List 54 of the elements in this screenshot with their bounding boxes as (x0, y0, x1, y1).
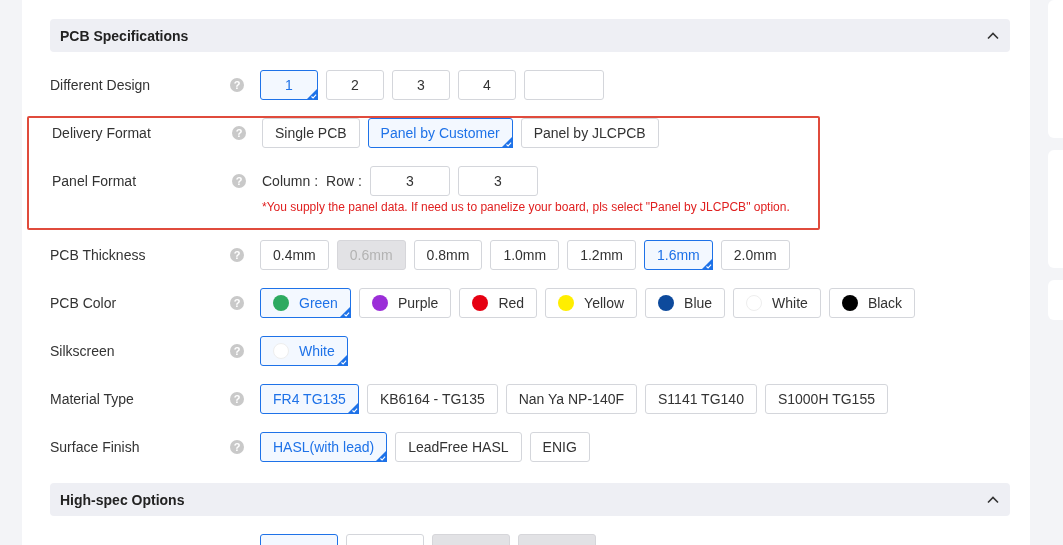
field-label: Silkscreen (50, 342, 116, 361)
option-button[interactable]: 1 (260, 70, 318, 100)
option-button[interactable]: 2.0mm (720, 240, 790, 270)
option-button[interactable]: 0.4mm (260, 240, 329, 270)
option-button[interactable]: 0.8mm (413, 240, 483, 270)
column-field[interactable]: 3 (369, 166, 450, 196)
option-button[interactable]: Single PCB (262, 118, 360, 148)
option-button[interactable]: S1000H TG155 (764, 384, 888, 414)
field-label: Different Design (50, 76, 152, 95)
option-button[interactable]: 2 (326, 70, 384, 100)
check-corner-icon (375, 450, 388, 462)
row-field[interactable]: 3 (457, 166, 538, 196)
option-button[interactable]: HASL(with lead) (260, 432, 388, 462)
option-button[interactable]: S1141 TG140 (645, 384, 757, 414)
option-button[interactable]: Panel by JLCPCB (520, 118, 659, 148)
check-corner-icon (306, 88, 318, 100)
option-button[interactable]: LeadFree HASL (395, 432, 522, 462)
option-button[interactable]: KB6164 - TG135 (366, 384, 498, 414)
check-corner-icon (500, 136, 513, 148)
option-button[interactable]: Panel by Customer (367, 118, 513, 148)
option-button[interactable]: Black (828, 288, 916, 318)
field-label: PCB Thickness (50, 246, 147, 265)
option-button[interactable]: Red (459, 288, 538, 318)
option-button[interactable]: ENIG (529, 432, 590, 462)
check-corner-icon (338, 306, 351, 318)
field-label: PCB Color (50, 294, 118, 313)
field-label: Panel Format (52, 172, 138, 191)
option-button[interactable]: FR4 TG135 (260, 384, 359, 414)
check-corner-icon (700, 258, 713, 270)
section-header[interactable]: High-spec Options (50, 483, 1010, 516)
row-label: Row : (326, 173, 362, 189)
field-label: Material Type (50, 390, 135, 409)
panel-note: *You supply the panel data. If need us to panelize your board, pls select "Panel by JLCPCB" option. (262, 200, 790, 214)
option-button[interactable]: 4 (458, 70, 516, 100)
input-field[interactable] (524, 70, 604, 100)
field-label: Surface Finish (50, 438, 141, 457)
option-button[interactable]: White (733, 288, 821, 318)
option-button[interactable]: Blue (645, 288, 726, 318)
option-button[interactable]: 1.2mm (567, 240, 636, 270)
option-button[interactable]: 1.0mm (490, 240, 560, 270)
option-button[interactable]: 1.6mm (644, 240, 713, 270)
option-button[interactable]: Green (260, 288, 351, 318)
option-button[interactable]: Nan Ya NP-140F (505, 384, 638, 414)
check-corner-icon (335, 354, 348, 366)
option-button[interactable]: 3 (392, 70, 450, 100)
option-button[interactable]: White (260, 336, 348, 366)
column-label: Column : (262, 173, 319, 189)
field-label: Delivery Format (52, 124, 152, 143)
section-title: High-spec Options (60, 491, 185, 508)
option-button[interactable]: Purple (358, 288, 452, 318)
check-corner-icon (346, 402, 359, 414)
option-button[interactable]: Yellow (545, 288, 638, 318)
section-title: PCB Specifications (60, 27, 189, 44)
section-header[interactable]: PCB Specifications (50, 19, 1010, 52)
